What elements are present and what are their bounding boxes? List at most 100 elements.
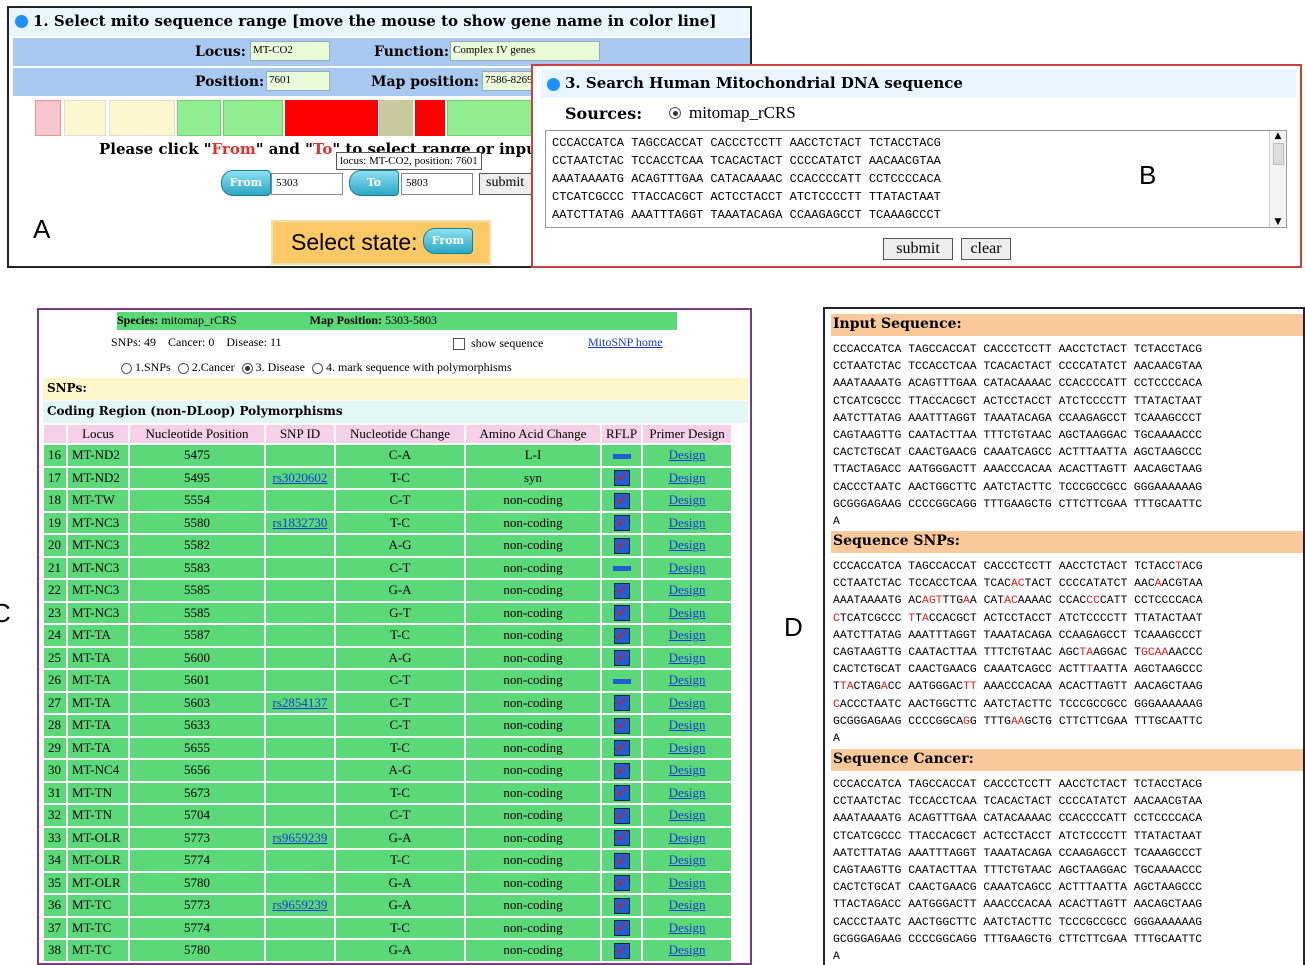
rflp-checkbox-icon[interactable] [613, 828, 630, 847]
panel-a-header: 1. Select mito sequence range [move the … [9, 8, 750, 36]
sequence-line: AATCTTATAG AAATTTAGGT TAAATACAGA CCAAGAG… [833, 629, 1203, 642]
design-link[interactable]: Design [669, 695, 706, 710]
rflp-checkbox-icon[interactable] [613, 716, 630, 734]
gene-segment[interactable] [285, 100, 378, 136]
snp-id-link[interactable]: rs3020602 [273, 470, 328, 485]
sequence-submit-button[interactable]: submit [883, 238, 953, 260]
gene-segment[interactable] [415, 100, 445, 136]
snp-id-link[interactable]: rs9659239 [273, 897, 328, 912]
design-link[interactable]: Design [669, 627, 706, 642]
design-link[interactable]: Design [669, 672, 706, 687]
sequence-line: GCGGGAGAAG CCCCGGCAGG TTTGAAGCTG CTTCTTC… [833, 933, 1203, 946]
rflp-checkbox-icon[interactable] [613, 851, 630, 869]
design-link[interactable]: Design [669, 470, 706, 485]
rflp-checkbox-icon[interactable] [613, 536, 630, 554]
rflp-checkbox-icon[interactable] [613, 626, 630, 644]
design-link[interactable]: Design [669, 785, 706, 800]
design-link[interactable]: Design [669, 560, 706, 575]
primer-design-cell: Design [643, 760, 732, 781]
option-radio-snps[interactable] [121, 362, 132, 374]
table-row: 28MT-TA5633 C-Tnon-coding Design [44, 715, 732, 736]
option-radio-cancer[interactable] [177, 362, 189, 374]
rflp-cell [602, 737, 642, 758]
submit-range-button[interactable]: submit [479, 173, 539, 195]
gene-segment[interactable] [109, 100, 175, 136]
show-sequence-checkbox[interactable] [453, 338, 465, 350]
snp-id-cell [266, 670, 334, 691]
rflp-checkbox-icon[interactable] [613, 873, 630, 892]
textarea-scrollbar[interactable]: ▲ ▼ [1269, 131, 1286, 227]
table-row: 21 MT-NC3 5583 C-T non-coding Design [44, 557, 732, 578]
position-cell: 5774 [130, 917, 264, 938]
rflp-checkbox-icon[interactable] [613, 603, 630, 622]
gene-segment[interactable] [177, 100, 221, 136]
rflp-checkbox-icon[interactable] [613, 761, 630, 779]
rflp-cell [602, 580, 642, 601]
snp-id-link[interactable]: rs1832730 [273, 515, 328, 530]
amino-acid-change-cell: non-coding [466, 580, 600, 601]
design-link[interactable]: Design [669, 897, 706, 912]
rflp-checkbox-icon[interactable] [613, 941, 630, 959]
gene-segment[interactable] [447, 100, 533, 136]
design-link[interactable]: Design [669, 875, 706, 890]
scroll-up-icon[interactable]: ▲ [1270, 131, 1286, 141]
nucleotide-change-cell: C-T [336, 692, 464, 713]
design-link[interactable]: Design [669, 740, 706, 755]
mitosnp-home-link[interactable]: MitoSNP home [588, 335, 663, 350]
rflp-checkbox-icon[interactable] [613, 918, 630, 937]
option-radio-mark[interactable] [312, 362, 323, 374]
rflp-checkbox-icon[interactable] [613, 896, 630, 914]
rflp-checkbox-icon[interactable] [613, 806, 630, 824]
design-link[interactable]: Design [669, 650, 706, 665]
snp-id-link[interactable]: rs2854137 [273, 695, 328, 710]
from-input[interactable]: 5303 [271, 173, 343, 195]
locus-cell: MT-OLR [68, 827, 128, 848]
scroll-down-icon[interactable]: ▼ [1270, 217, 1286, 227]
gene-segment[interactable] [223, 100, 283, 136]
sequence-clear-button[interactable]: clear [961, 238, 1011, 260]
rflp-cell [602, 782, 642, 803]
design-link[interactable]: Design [669, 492, 706, 507]
locus-cell: MT-ND2 [68, 467, 128, 488]
rflp-checkbox-icon[interactable] [613, 693, 630, 712]
rflp-checkbox-icon[interactable] [613, 783, 630, 802]
select-state-from-button[interactable]: From [423, 228, 473, 254]
input-sequence-block: CCCACCATCA TAGCCACCAT CACCCTCCTT AACCTCT… [833, 342, 1202, 531]
scroll-thumb[interactable] [1272, 143, 1284, 165]
design-link[interactable]: Design [669, 852, 706, 867]
option-radio-disease[interactable] [241, 362, 253, 374]
to-input[interactable]: 5803 [401, 173, 473, 195]
design-link[interactable]: Design [669, 605, 706, 620]
sequence-line: A [833, 733, 840, 746]
design-link[interactable]: Design [669, 447, 706, 462]
rflp-checkbox-icon[interactable] [613, 648, 630, 667]
rflp-checkbox-icon[interactable] [613, 738, 630, 757]
rflp-checkbox-icon[interactable] [613, 513, 630, 532]
design-link[interactable]: Design [669, 830, 706, 845]
panel-b-title: 3. Search Human Mitochondrial DNA sequen… [565, 74, 963, 92]
design-link[interactable]: Design [669, 762, 706, 777]
design-link[interactable]: Design [669, 717, 706, 732]
table-row: 19MT-NC35580 rs1832730 T-Cnon-coding Design [44, 512, 732, 533]
design-link[interactable]: Design [669, 537, 706, 552]
snp-id-link[interactable]: rs9659239 [273, 830, 328, 845]
row-index: 17 [44, 467, 66, 488]
source-radio[interactable] [669, 107, 681, 119]
from-button[interactable]: From [221, 170, 271, 196]
design-link[interactable]: Design [669, 942, 706, 957]
design-link[interactable]: Design [669, 920, 706, 935]
design-link[interactable]: Design [669, 807, 706, 822]
rflp-checkbox-icon[interactable] [613, 581, 630, 599]
sequence-textarea[interactable]: CCCACCATCA TAGCCACCAT CACCCTCCTT AACCTCT… [545, 130, 1287, 228]
gene-segment[interactable] [35, 100, 61, 136]
gene-segment[interactable] [64, 100, 106, 136]
design-link[interactable]: Design [669, 582, 706, 597]
design-link[interactable]: Design [669, 515, 706, 530]
position-cell: 5656 [130, 760, 264, 781]
nucleotide-change-cell: G-A [336, 872, 464, 893]
rflp-checkbox-icon[interactable] [613, 491, 630, 509]
to-button[interactable]: To [349, 170, 399, 196]
gene-segment[interactable] [379, 100, 413, 136]
locus-cell: MT-NC3 [68, 557, 128, 578]
rflp-checkbox-icon[interactable] [613, 468, 630, 487]
